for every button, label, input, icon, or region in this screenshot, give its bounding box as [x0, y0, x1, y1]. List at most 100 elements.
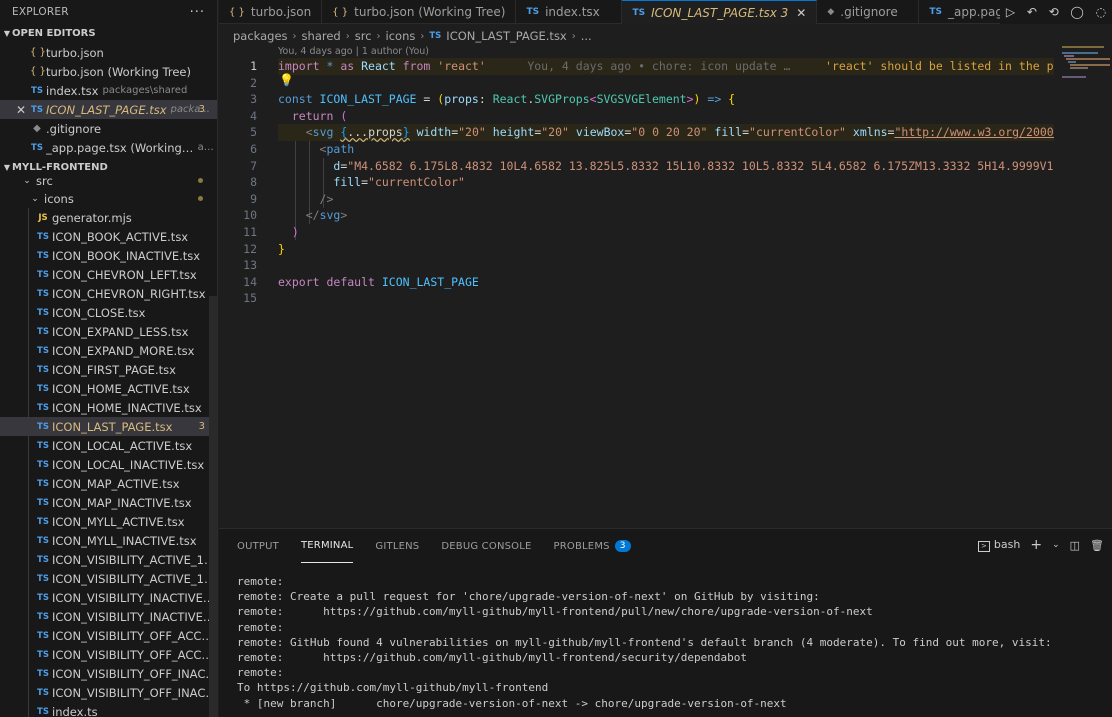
- file-label: ICON_LAST_PAGE.tsx: [52, 419, 173, 434]
- file-tree-item[interactable]: TSICON_VISIBILITY_OFF_ACCTIVE_...: [0, 645, 217, 664]
- terminal-selector[interactable]: > bash: [977, 538, 1020, 552]
- open-editor-turbo-json[interactable]: { } turbo.json: [0, 43, 217, 62]
- file-tree-item[interactable]: TS ICON_EXPAND_LESS.tsx: [0, 322, 217, 341]
- file-tree-item[interactable]: TS ICON_BOOK_INACTIVE.tsx: [0, 246, 217, 265]
- file-tree-item[interactable]: TSICON_VISIBILITY_OFF_INACTIVE...: [0, 683, 217, 702]
- tab-turbo-json-working-tree[interactable]: { } turbo.json (Working Tree): [322, 0, 517, 24]
- file-tree-item[interactable]: TS ICON_EXPAND_MORE.tsx: [0, 341, 217, 360]
- new-terminal-icon[interactable]: +: [1030, 537, 1042, 553]
- open-editor-app-page[interactable]: TS _app.page.tsx (Working Tree) ap...: [0, 138, 217, 157]
- typescript-file-icon: TS: [37, 250, 49, 261]
- code-token: ICON_LAST_PAGE: [374, 274, 479, 289]
- file-tree-item[interactable]: TS ICON_CLOSE.tsx: [0, 303, 217, 322]
- code-editor[interactable]: import * as React from 'react' You, 4 da…: [219, 58, 1054, 528]
- code-line-3[interactable]: const ICON_LAST_PAGE = (props: React.SVG…: [278, 91, 735, 108]
- breadcrumb-separator-icon: ›: [345, 30, 350, 42]
- close-tab-icon[interactable]: ✕: [796, 6, 806, 20]
- trash-icon[interactable]: 🗑: [1090, 539, 1104, 552]
- open-editors-header[interactable]: ▼ OPEN EDITORS: [0, 24, 217, 43]
- more-actions-icon[interactable]: ···: [190, 5, 205, 20]
- open-editor-gitignore[interactable]: ◆ .gitignore: [0, 119, 217, 138]
- code-token: props: [444, 92, 479, 107]
- code-token: "20": [541, 125, 569, 140]
- file-tree-item[interactable]: TSICON_VISIBILITY_ACTIVE_18PX.tsx: [0, 569, 217, 588]
- file-tree-item[interactable]: JS generator.mjs: [0, 208, 217, 227]
- file-tree-item[interactable]: TSICON_VISIBILITY_ACTIVE_14PX.tsx: [0, 550, 217, 569]
- sidebar-scrollbar[interactable]: [209, 296, 217, 717]
- tab-terminal[interactable]: TERMINAL: [300, 529, 354, 563]
- tab-gitlens[interactable]: GITLENS: [375, 529, 419, 563]
- tab-debug-console[interactable]: DEBUG CONSOLE: [441, 529, 531, 563]
- file-tree-item[interactable]: TSICON_VISIBILITY_INACTIVE_18P...: [0, 607, 217, 626]
- tab-index-tsx[interactable]: TS index.tsx: [516, 0, 623, 24]
- file-tree-item[interactable]: TS ICON_LOCAL_ACTIVE.tsx: [0, 436, 217, 455]
- file-tree-item[interactable]: TS ICON_BOOK_ACTIVE.tsx: [0, 227, 217, 246]
- file-tree-item[interactable]: TS ICON_CHEVRON_RIGHT.tsx: [0, 284, 217, 303]
- code-line-1[interactable]: import * as React from 'react' You, 4 da…: [278, 58, 1054, 75]
- tab-icon-last-page[interactable]: TS ICON_LAST_PAGE.tsx 3 ✕: [622, 0, 818, 24]
- file-tree-item[interactable]: TS ICON_CHEVRON_LEFT.tsx: [0, 265, 217, 284]
- code-line-7[interactable]: d="M4.6582 6.175L8.4832 10L4.6582 13.825…: [278, 158, 1054, 175]
- line-number: 7: [250, 158, 257, 173]
- file-tree-item[interactable]: TS ICON_HOME_INACTIVE.tsx: [0, 398, 217, 417]
- file-tree-item[interactable]: TSICON_VISIBILITY_INACTIVE_14P...: [0, 588, 217, 607]
- file-tree-item[interactable]: TSICON_VISIBILITY_OFF_INACTIVE...: [0, 664, 217, 683]
- open-editor-icon-last-page[interactable]: ✕ TS ICON_LAST_PAGE.tsx packa... 3: [0, 100, 217, 119]
- file-tree-item[interactable]: TS ICON_HOME_ACTIVE.tsx: [0, 379, 217, 398]
- file-tree-item[interactable]: TS ICON_FIRST_PAGE.tsx: [0, 360, 217, 379]
- breadcrumb-item[interactable]: src: [355, 29, 372, 43]
- breadcrumb-item[interactable]: icons: [386, 29, 416, 43]
- file-tree-item[interactable]: TS index.ts: [0, 702, 217, 717]
- code-line-9[interactable]: />: [278, 191, 334, 208]
- tab-problems[interactable]: PROBLEMS 3: [554, 529, 631, 563]
- tab-gitignore[interactable]: ◆ .gitignore: [817, 0, 920, 24]
- code-line-8[interactable]: fill="currentColor": [278, 174, 465, 191]
- next-change-icon[interactable]: ◌: [1096, 5, 1106, 19]
- code-token: "0 0 20 20": [631, 125, 708, 140]
- file-label: index.ts: [52, 704, 98, 717]
- timeline-icon[interactable]: ⟲: [1049, 5, 1059, 19]
- breadcrumb-item[interactable]: packages: [233, 29, 288, 43]
- go-back-icon[interactable]: ↶: [1027, 5, 1037, 19]
- split-terminal-icon[interactable]: ◫: [1070, 539, 1080, 552]
- tab-turbo-json[interactable]: { } turbo.json: [219, 0, 323, 24]
- breadcrumb-item[interactable]: ...: [581, 29, 592, 43]
- file-tree-item[interactable]: TS ICON_MAP_INACTIVE.tsx: [0, 493, 217, 512]
- tab-output[interactable]: OUTPUT: [237, 529, 279, 563]
- open-editor-turbo-json-working-tree[interactable]: { } turbo.json (Working Tree): [0, 62, 217, 81]
- file-tree-item[interactable]: TS ICON_MYLL_ACTIVE.tsx: [0, 512, 217, 531]
- breadcrumb-item[interactable]: ICON_LAST_PAGE.tsx: [446, 29, 566, 43]
- file-tree-item[interactable]: TS ICON_LOCAL_INACTIVE.tsx: [0, 455, 217, 474]
- folder-src[interactable]: ⌄ src: [0, 172, 217, 189]
- code-line-5[interactable]: <svg {...props} width="20" height="20" v…: [278, 124, 1054, 141]
- codelens-blame[interactable]: You, 4 days ago | 1 author (You): [278, 46, 429, 57]
- minimap-line: [1064, 55, 1074, 57]
- file-tree-item[interactable]: TS ICON_LAST_PAGE.tsx 3: [0, 417, 217, 436]
- code-line-4[interactable]: return (: [278, 108, 347, 125]
- chevron-down-icon[interactable]: ⌄: [1052, 540, 1060, 550]
- file-tree-item[interactable]: TS ICON_MYLL_INACTIVE.tsx: [0, 531, 217, 550]
- open-editor-index-tsx[interactable]: TS index.tsx packages\shared: [0, 81, 217, 100]
- code-line-12[interactable]: }: [278, 241, 285, 258]
- minimap[interactable]: [1054, 45, 1112, 528]
- modified-dot-icon: [198, 178, 203, 183]
- code-line-14[interactable]: export default ICON_LAST_PAGE: [278, 274, 479, 291]
- terminal-output[interactable]: remote: remote: Create a pull request for…: [237, 574, 1052, 711]
- file-tree-item[interactable]: TS ICON_MAP_ACTIVE.tsx: [0, 474, 217, 493]
- typescript-file-icon: TS: [31, 142, 43, 153]
- code-line-10[interactable]: </svg>: [278, 207, 348, 224]
- typescript-file-icon: TS: [37, 345, 49, 356]
- typescript-file-icon: TS: [37, 497, 49, 508]
- run-icon[interactable]: ▷: [1006, 5, 1015, 19]
- folder-icons[interactable]: ⌄ icons: [0, 189, 217, 208]
- lightbulb-icon[interactable]: 💡: [279, 73, 294, 87]
- file-tree-item[interactable]: TSICON_VISIBILITY_OFF_ACCTIVE_...: [0, 626, 217, 645]
- previous-change-icon[interactable]: ◯: [1070, 5, 1083, 19]
- code-token: "M4.6582 6.175L8.4832 10L4.6582 13.825L5…: [347, 158, 1054, 173]
- code-line-11[interactable]: ): [278, 224, 299, 241]
- close-icon[interactable]: ✕: [14, 103, 28, 117]
- breadcrumb-item[interactable]: shared: [302, 29, 341, 43]
- code-line-6[interactable]: <path: [278, 141, 355, 158]
- file-label: ICON_MYLL_INACTIVE.tsx: [52, 533, 197, 548]
- panel-actions: > bash + ⌄ ◫ 🗑: [977, 537, 1104, 553]
